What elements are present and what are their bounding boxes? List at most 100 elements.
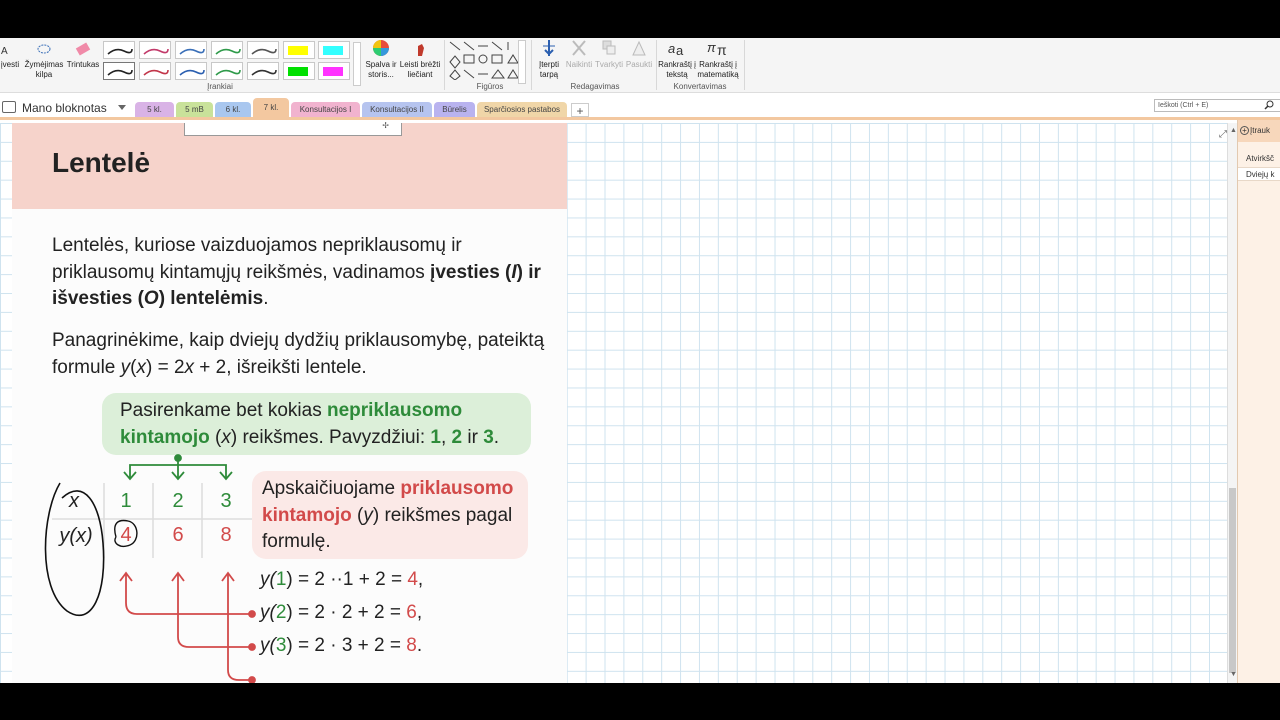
pen-stroke-icon — [107, 48, 133, 55]
table-y-value: 6 — [172, 524, 184, 546]
pen-stroke-icon — [143, 48, 169, 55]
pen-swatch[interactable] — [175, 41, 207, 59]
ink-to-text-button[interactable]: aa Rankraštį į tekstą — [658, 38, 696, 80]
section-tab[interactable]: Būrelis — [434, 102, 475, 117]
section-tab-label: Būrelis — [442, 105, 467, 114]
section-tab-label: Konsultacijos I — [299, 105, 352, 114]
svg-text:A: A — [1, 46, 8, 57]
highlighter-swatch[interactable] — [283, 41, 315, 59]
expand-icon[interactable]: ⤢ — [1219, 129, 1227, 140]
page-canvas[interactable]: ✢ Lentelė Lentelės, kuriose vaizduojamos… — [0, 121, 1227, 683]
svg-text:a: a — [668, 41, 675, 56]
scrollbar-thumb[interactable] — [1229, 488, 1236, 673]
page-list-item[interactable]: Dviejų k — [1238, 167, 1280, 181]
notebook-name[interactable]: Mano bloknotas — [22, 101, 107, 115]
insert-space-icon — [543, 40, 555, 56]
group-label-convert: Konvertavimas — [673, 82, 727, 91]
ribbon: A įvesti Žymėjimas kilpa Trintukas Spalv… — [0, 38, 1280, 93]
plus-icon: + — [1240, 126, 1249, 135]
pen-stroke-icon — [251, 48, 277, 55]
table-y-value: 8 — [220, 524, 232, 546]
section-tab[interactable]: 7 kl. — [253, 98, 289, 117]
section-tab-label: Sparčiosios pastabos — [483, 105, 561, 114]
pen-swatch[interactable] — [175, 62, 207, 80]
search-input[interactable]: Ieškoti (Ctrl + E) — [1154, 99, 1280, 112]
add-page-button[interactable]: + Įtrauk — [1238, 120, 1280, 142]
ink-input-label: įvesti — [0, 60, 20, 69]
touch-draw-button[interactable]: Leisti brėžti liečiant — [398, 38, 442, 80]
highlighter-swatch[interactable] — [283, 62, 315, 80]
page-list-item[interactable]: Atvirkšč — [1238, 152, 1280, 166]
eraser-icon — [75, 42, 91, 56]
independent-variable-callout: Pasirenkame bet kokias nepriklausomo kin… — [102, 393, 531, 455]
hand-draw-icon — [418, 44, 424, 56]
table-header-x: x — [69, 490, 79, 512]
scroll-up-icon[interactable]: ▲ — [1230, 127, 1237, 134]
lasso-icon — [37, 44, 51, 54]
notebook-bar: Mano bloknotas 5 kl. 5 mB 6 kl. 7 kl. Konsul… — [0, 94, 1280, 120]
lasso-select-button[interactable]: Žymėjimas kilpa — [22, 42, 66, 80]
pen-stroke-icon — [179, 48, 205, 55]
eraser-button[interactable]: Trintukas — [66, 42, 100, 70]
highlighter-icon — [288, 46, 308, 55]
rotate-icon — [632, 40, 646, 56]
embedded-object-box: ✢ — [184, 121, 402, 136]
ink-to-math-button[interactable]: ππ Rankraštį į matematiką — [696, 38, 740, 80]
handle-icon: ✢ — [382, 121, 389, 130]
pen-swatch[interactable] — [103, 41, 135, 59]
pen-gallery-scroll[interactable] — [353, 42, 361, 86]
vertical-scrollbar[interactable]: ▲ ▼ — [1227, 123, 1237, 683]
pen-swatch[interactable] — [139, 62, 171, 80]
add-section-button[interactable]: + — [571, 103, 589, 118]
ink-input-button[interactable]: A įvesti — [0, 42, 20, 70]
pen-stroke-icon — [179, 69, 205, 76]
chevron-down-icon[interactable] — [118, 105, 126, 110]
pen-stroke-icon — [143, 69, 169, 76]
color-thickness-button[interactable]: Spalva ir storis... — [363, 38, 399, 80]
color-wheel-icon — [373, 40, 389, 56]
shapes-gallery[interactable] — [448, 40, 528, 80]
pen-stroke-icon — [251, 69, 277, 76]
pen-swatch[interactable] — [247, 62, 279, 80]
section-tab[interactable]: Konsultacijos I — [291, 102, 360, 117]
section-tab[interactable]: Sparčiosios pastabos — [477, 102, 567, 117]
onenote-window: A įvesti Žymėjimas kilpa Trintukas Spalv… — [0, 38, 1280, 683]
paragraph-example: Panagrinėkime, kaip dviejų dydžių prikla… — [52, 330, 545, 378]
insert-space-button[interactable]: Įterpti tarpą — [534, 38, 564, 80]
separator — [744, 40, 745, 90]
ink-to-text-icon: aa — [668, 41, 684, 58]
delete-button[interactable]: Naikinti — [563, 38, 595, 70]
section-tab[interactable]: Konsultacijos II — [362, 102, 432, 117]
table-x-value: 3 — [220, 490, 232, 512]
pen-stroke-icon — [215, 69, 241, 76]
green-arrows — [123, 454, 233, 481]
shapes-gallery-scroll[interactable] — [518, 40, 526, 84]
pen-stroke-icon — [215, 48, 241, 55]
rotate-button[interactable]: Pasukti — [624, 38, 654, 70]
pen-swatch[interactable] — [211, 62, 243, 80]
group-label-shapes: Figūros — [476, 82, 504, 91]
arrange-label: Tvarkyti — [595, 60, 623, 69]
notebook-icon — [2, 101, 16, 113]
pen-swatch[interactable] — [211, 41, 243, 59]
paragraph-definition: Lentelės, kuriose vaizduojamos nepriklau… — [52, 235, 541, 309]
section-tab[interactable]: 5 mB — [176, 102, 213, 117]
formula-y3: y(3) = 2 · 3 + 2 = 8. — [260, 635, 423, 656]
lasso-select-label: Žymėjimas kilpa — [24, 60, 64, 79]
scroll-down-icon[interactable]: ▼ — [1230, 671, 1237, 678]
formula-y2: y(2) = 2 · 2 + 2 = 6, — [260, 602, 423, 623]
pen-swatch[interactable] — [139, 41, 171, 59]
pen-swatch[interactable] — [103, 62, 135, 80]
arrange-button[interactable]: Tvarkyti — [594, 38, 624, 70]
pen-swatch[interactable] — [247, 41, 279, 59]
highlighter-swatch[interactable] — [318, 41, 350, 59]
slide-title: Lentelė — [52, 147, 151, 178]
section-tab[interactable]: 5 kl. — [135, 102, 174, 117]
section-tab[interactable]: 6 kl. — [215, 102, 251, 117]
color-thickness-label: Spalva ir storis... — [365, 60, 397, 79]
highlighter-icon — [323, 46, 343, 55]
eraser-label: Trintukas — [66, 60, 100, 69]
table-y-value: 4 — [120, 524, 132, 546]
search-icon[interactable] — [1264, 100, 1274, 110]
highlighter-swatch[interactable] — [318, 62, 350, 80]
